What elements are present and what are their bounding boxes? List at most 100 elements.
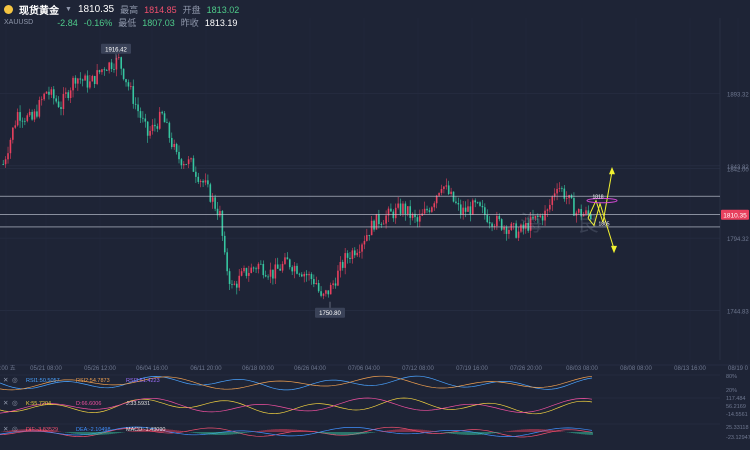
candle-body <box>291 267 293 272</box>
candle-body <box>214 197 216 209</box>
candle-body <box>469 206 472 215</box>
candle-body <box>508 229 510 234</box>
candle-body <box>272 269 274 279</box>
price-tick-label: 1843.82 <box>727 165 749 171</box>
candle-body <box>426 208 428 211</box>
candle-body <box>125 79 127 83</box>
candle-body <box>491 223 493 227</box>
candle-body <box>380 224 383 225</box>
candle-body <box>361 244 363 252</box>
candle-body <box>40 99 43 101</box>
candle-body <box>190 158 192 160</box>
candle-body <box>274 264 277 279</box>
symbol-header: 现货黄金 ▼ 1810.35 最高 1814.85 开盘 1813.02 XAU… <box>4 3 239 29</box>
price-change-pct: -0.16% <box>83 17 113 28</box>
candle-body <box>223 235 226 253</box>
candle-body <box>240 271 243 276</box>
candle-body <box>264 275 267 277</box>
candle-body <box>243 267 245 272</box>
candle-body <box>134 103 137 105</box>
candle-body <box>320 291 322 296</box>
candle-body <box>269 269 272 277</box>
candle-body <box>207 180 209 185</box>
candle-body <box>394 207 397 219</box>
candle-body <box>561 188 563 189</box>
candle-body <box>156 126 159 129</box>
candle-body <box>358 251 361 253</box>
forecast-down-arrowhead <box>611 245 617 254</box>
candle-body <box>151 124 154 131</box>
candle-body <box>21 120 24 122</box>
candle-body <box>117 57 120 58</box>
candle-body <box>72 77 74 91</box>
time-tick-label: 05/21 08:00 <box>30 366 62 372</box>
candle-body <box>96 70 98 85</box>
candle-body <box>84 75 86 81</box>
candle-body <box>142 117 144 119</box>
candle-body <box>101 69 103 73</box>
candle-body <box>235 283 238 288</box>
candle-body <box>185 164 188 165</box>
candle-body <box>366 234 368 241</box>
open-label: 开盘 <box>182 5 201 15</box>
candle-body <box>211 197 214 202</box>
candle-body <box>390 208 392 212</box>
watermark: 海 良 <box>520 212 613 237</box>
candle-body <box>486 214 489 223</box>
last-price: 1810.35 <box>77 4 115 15</box>
candle-body <box>226 252 228 272</box>
candle-body <box>137 104 139 112</box>
candle-body <box>452 191 455 202</box>
candle-body <box>315 282 318 285</box>
candle-body <box>183 164 185 166</box>
candle-body <box>284 257 286 264</box>
candle-body <box>459 204 462 215</box>
candle-body <box>166 122 168 124</box>
symbol-name[interactable]: 现货黄金 <box>19 2 59 17</box>
candlestick-chart[interactable]: 1810.35 1916.421750.8018181805 1842.0018… <box>0 0 750 450</box>
candle-body <box>438 192 440 196</box>
time-tick-label: 05/26 12:00 <box>84 366 116 372</box>
candle-body <box>416 217 419 222</box>
time-tick-label: 06/18 00:00 <box>242 366 274 372</box>
candle-body <box>488 222 491 224</box>
candle-body <box>406 206 409 214</box>
time-tick-label: 08/13 16:00 <box>674 366 706 372</box>
candle-body <box>77 78 79 84</box>
candle-body <box>445 185 448 187</box>
candle-body <box>108 62 110 71</box>
candle-body <box>322 293 325 296</box>
candle-body <box>267 276 269 278</box>
indicator-value-label: MACD:-1.43090 <box>126 427 165 433</box>
candle-body <box>313 279 315 285</box>
candle-body <box>334 283 337 286</box>
candle-body <box>565 198 568 199</box>
candle-body <box>305 273 308 276</box>
candle-body <box>28 111 31 116</box>
candle-body <box>551 196 554 205</box>
candle-body <box>9 139 12 154</box>
candle-body <box>337 270 339 286</box>
caret-down-icon[interactable]: ▼ <box>65 6 72 13</box>
candle-body <box>48 91 50 95</box>
candle-body <box>233 283 236 285</box>
candle-body <box>130 86 132 87</box>
candle-body <box>450 191 452 195</box>
candle-body <box>144 118 147 122</box>
candle-body <box>402 203 404 214</box>
time-tick-label: 07/12 08:00 <box>402 366 434 372</box>
indicator-axis-label: 25.33118 <box>726 425 749 431</box>
price-tick-label: 1794.32 <box>727 237 749 243</box>
candle-body <box>36 111 38 117</box>
indicator-eye-icon: ◎ <box>12 377 18 384</box>
candle-body <box>349 257 351 259</box>
current-price-label: 1810.35 <box>723 213 747 220</box>
candle-body <box>317 282 320 292</box>
candle-body <box>373 220 375 230</box>
time-tick-label: 07/19 16:00 <box>456 366 488 372</box>
symbol-code: XAUUSD <box>4 19 34 26</box>
candle-body <box>279 268 281 271</box>
time-tick-label: 06/04 16:00 <box>136 366 168 372</box>
candle-body <box>399 203 402 214</box>
candle-body <box>447 185 450 195</box>
